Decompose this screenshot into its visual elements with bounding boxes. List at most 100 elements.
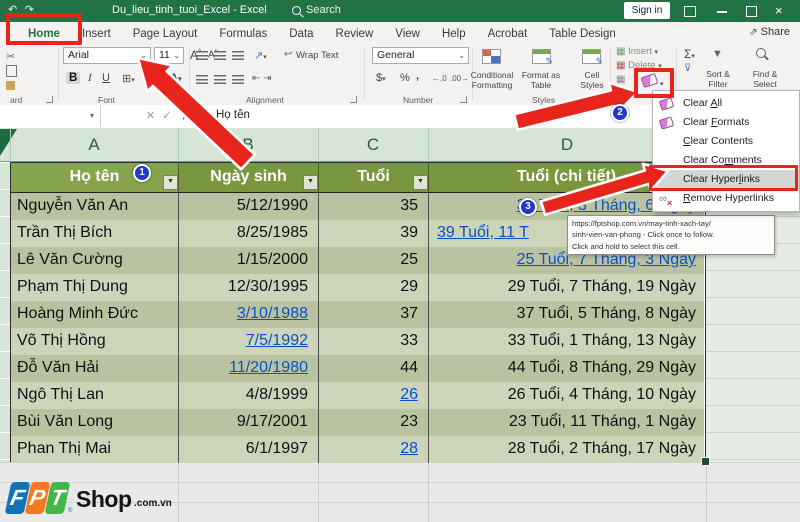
cut-icon[interactable]: ✂ — [6, 50, 15, 63]
menu-item-clear-all[interactable]: Clear All — [653, 94, 799, 113]
align-top-icon[interactable] — [196, 51, 208, 60]
underline-button[interactable]: U — [102, 72, 110, 84]
column-header-d[interactable]: D — [561, 135, 573, 155]
cell-name[interactable]: Hoàng Minh Đức — [11, 301, 179, 328]
cell-name[interactable]: Ngô Thị Lan — [11, 382, 179, 409]
find-select-label[interactable]: Find & Select — [742, 69, 788, 90]
cell-age[interactable]: 35 — [319, 193, 429, 220]
percent-style-icon[interactable]: % — [400, 72, 410, 84]
select-all-corner[interactable] — [0, 129, 17, 156]
column-header-b[interactable]: B — [242, 135, 253, 155]
cell-dob-link[interactable]: 11/20/1980 — [179, 355, 319, 382]
tab-help[interactable]: Help — [442, 28, 466, 40]
cell-dob[interactable]: 5/12/1990 — [179, 193, 319, 220]
number-format-combobox[interactable]: General — [372, 47, 469, 64]
insert-cells-button[interactable]: ▦ Insert ▾ — [616, 46, 658, 57]
close-button[interactable]: × — [775, 3, 783, 18]
font-name-combobox[interactable]: Arial — [63, 47, 151, 64]
cell-detail[interactable]: 33 Tuổi, 1 Tháng, 13 Ngày — [429, 328, 704, 355]
cell-dob-link[interactable]: 7/5/1992 — [179, 328, 319, 355]
orientation-icon[interactable]: ↗▾ — [254, 49, 267, 62]
number-dialog-launcher[interactable] — [460, 96, 467, 103]
cell-styles-icon[interactable] — [582, 49, 603, 67]
wrap-text-label[interactable]: Wrap Text — [296, 50, 338, 61]
search-input[interactable]: Search — [306, 4, 341, 16]
indent-icons[interactable]: ⇤ ⇥ — [252, 73, 272, 84]
increase-decimal-icon[interactable]: ←.0 — [432, 74, 447, 83]
align-right-icon[interactable] — [232, 75, 244, 84]
menu-item-clear-formats[interactable]: Clear Formats — [653, 113, 799, 132]
cell-styles-label[interactable]: Cell Styles — [576, 70, 608, 91]
header-ngay-sinh[interactable]: Ngày sinh — [179, 163, 319, 192]
cell-age[interactable]: 39 — [319, 220, 429, 247]
cell-age[interactable]: 29 — [319, 274, 429, 301]
cell-detail[interactable]: 28 Tuổi, 2 Tháng, 17 Ngày — [429, 436, 704, 463]
tab-acrobat[interactable]: Acrobat — [488, 28, 528, 40]
cell-detail[interactable]: 23 Tuổi, 11 Tháng, 1 Ngày — [429, 409, 704, 436]
filter-button-age[interactable]: ▼ — [413, 175, 428, 190]
sign-in-button[interactable]: Sign in — [624, 2, 670, 19]
ribbon-display-options-icon[interactable] — [684, 6, 696, 17]
autosum-button[interactable]: Σ▾ — [684, 47, 695, 61]
align-middle-ic[interactable] — [214, 51, 226, 60]
align-bottom-icon[interactable] — [232, 51, 244, 60]
cell-dob[interactable]: 4/8/1999 — [179, 382, 319, 409]
conditional-formatting-label[interactable]: Conditional Formatting — [468, 70, 516, 91]
tab-data[interactable]: Data — [289, 28, 313, 40]
align-center-icon[interactable] — [214, 75, 226, 84]
share-button[interactable]: Share — [749, 26, 790, 38]
align-left-icon[interactable] — [196, 75, 208, 84]
tab-formulas[interactable]: Formulas — [219, 28, 267, 40]
cell-age[interactable]: 33 — [319, 328, 429, 355]
cell-name[interactable]: Phan Thị Mai — [11, 436, 179, 463]
cell-detail[interactable]: 26 Tuổi, 4 Tháng, 10 Ngày — [429, 382, 704, 409]
insert-function-button[interactable]: fx — [183, 108, 191, 120]
maximize-button[interactable] — [746, 6, 757, 17]
tab-view[interactable]: View — [395, 28, 420, 40]
sort-filter-label[interactable]: Sort & Filter — [698, 69, 738, 90]
fill-down-icon[interactable]: ⊽ — [684, 63, 691, 74]
cell-detail[interactable]: 29 Tuổi, 7 Tháng, 19 Ngày — [429, 274, 704, 301]
tab-insert[interactable]: Insert — [82, 28, 111, 40]
cell-age[interactable]: 23 — [319, 409, 429, 436]
cell-name[interactable]: Lê Văn Cường — [11, 247, 179, 274]
formula-bar-value[interactable]: Họ tên — [216, 109, 250, 121]
tab-page-layout[interactable]: Page Layout — [133, 28, 198, 40]
cell-name[interactable]: Võ Thị Hồng — [11, 328, 179, 355]
clipboard-dialog-launcher[interactable] — [46, 96, 53, 103]
filter-button-dob[interactable]: ▼ — [303, 175, 318, 190]
font-color-icon[interactable]: A▾ — [170, 72, 181, 84]
fill-color-icon[interactable]: ◇▾ — [146, 71, 158, 84]
cell-age[interactable]: 25 — [319, 247, 429, 274]
cell-dob-link[interactable]: 3/10/1988 — [179, 301, 319, 328]
font-size-combobox[interactable]: 11 — [154, 47, 184, 64]
accounting-format-icon[interactable]: $▾ — [376, 72, 386, 84]
font-dialog-launcher[interactable] — [176, 96, 183, 103]
cell-name[interactable]: Bùi Văn Long — [11, 409, 179, 436]
fill-handle[interactable] — [701, 457, 710, 466]
minimize-button[interactable] — [717, 11, 727, 13]
cell-name[interactable]: Đỗ Văn Hải — [11, 355, 179, 382]
borders-icon[interactable]: ⊞▾ — [122, 72, 135, 85]
conditional-formatting-icon[interactable] — [482, 49, 501, 64]
comma-style-icon[interactable]: , — [416, 70, 419, 82]
cell-name[interactable]: Phạm Thị Dung — [11, 274, 179, 301]
copy-icon[interactable] — [6, 65, 17, 77]
cell-age-link[interactable]: 28 — [319, 436, 429, 463]
tab-review[interactable]: Review — [336, 28, 374, 40]
column-header-c[interactable]: C — [367, 135, 379, 155]
filter-button-name[interactable]: ▼ — [163, 175, 178, 190]
format-painter-icon[interactable] — [6, 81, 15, 90]
format-as-table-icon[interactable] — [532, 49, 553, 67]
menu-item-remove-hyperlinks[interactable]: ∞ Remove Hyperlinks — [653, 189, 799, 213]
find-select-icon[interactable] — [756, 48, 766, 58]
menu-item-clear-contents[interactable]: Clear Contents — [653, 132, 799, 151]
cell-age[interactable]: 44 — [319, 355, 429, 382]
format-as-table-label[interactable]: Format as Table — [518, 70, 564, 91]
cell-age-link[interactable]: 26 — [319, 382, 429, 409]
cell-age[interactable]: 37 — [319, 301, 429, 328]
name-box[interactable] — [0, 105, 101, 127]
cell-name[interactable]: Nguyễn Văn An — [11, 193, 179, 220]
cell-dob[interactable]: 9/17/2001 — [179, 409, 319, 436]
cell-detail[interactable]: 44 Tuổi, 8 Tháng, 29 Ngày — [429, 355, 704, 382]
